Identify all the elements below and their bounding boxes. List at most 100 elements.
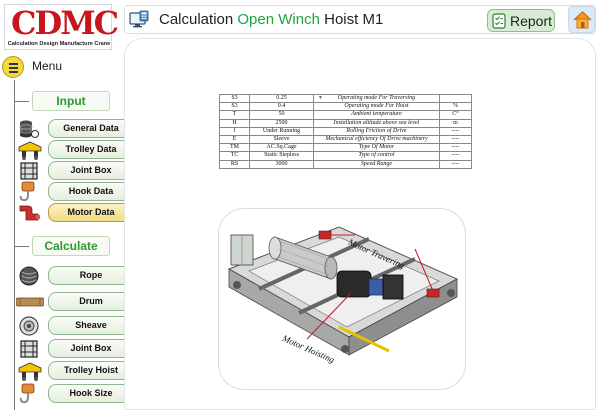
- menu-toggle[interactable]: Menu: [2, 56, 112, 78]
- description-cell: Speed Range: [313, 159, 440, 169]
- table-row: H 2500 Installation altitude above sea l…: [219, 118, 472, 128]
- nav-item-joint-box-calc[interactable]: Joint Box: [14, 339, 134, 359]
- rope-icon: [19, 266, 39, 286]
- description-cell: Installation altitude above sea level: [313, 118, 440, 128]
- trolley-icon: [18, 141, 42, 160]
- nav-item-trolley-data[interactable]: Trolley Data: [14, 140, 134, 160]
- motor-icon: [19, 205, 40, 221]
- description-cell: Operating mode For Hoist: [313, 102, 440, 112]
- report-label: Report: [510, 13, 553, 29]
- description-cell: Mechanical efficiency Of Drive machinery: [313, 134, 440, 145]
- nav-item-joint-box[interactable]: Joint Box: [14, 161, 134, 181]
- table-row: RS 3000 Speed Range ----: [219, 159, 472, 169]
- value-cell[interactable]: 50: [249, 110, 314, 120]
- value-cell: 0.25: [276, 95, 287, 102]
- report-icon: [492, 13, 506, 29]
- tree-branch: [14, 246, 29, 247]
- nav-item-trolley-hoist[interactable]: Trolley Hoist: [14, 361, 134, 381]
- value-cell[interactable]: AC.Sq.Cage: [249, 143, 314, 153]
- nav-item-sheave[interactable]: Sheave: [14, 316, 134, 336]
- dropdown-arrow-icon: ▼: [318, 96, 323, 101]
- nav-item-drum[interactable]: Drum: [14, 292, 134, 312]
- nav-button-trolley-hoist[interactable]: Trolley Hoist: [48, 361, 134, 380]
- symbol-cell: S3: [219, 102, 250, 112]
- app-window: CDMC Calculation Design Manufacture Cran…: [0, 0, 600, 410]
- table-row: E Sleeve Mechanical efficiency Of Drive …: [219, 134, 472, 145]
- nav-button-hook-data[interactable]: Hook Data: [48, 182, 134, 201]
- hook-icon: [19, 383, 35, 404]
- table-row: T 50 Ambient temperature C°: [219, 110, 472, 120]
- page-title: Calculation Open Winch Hoist M1: [159, 11, 383, 28]
- symbol-cell: S3: [219, 93, 250, 104]
- hook-icon: [19, 181, 35, 202]
- sheave-icon: [19, 316, 39, 336]
- value-select[interactable]: 0.25 ▼: [249, 93, 323, 104]
- value-cell[interactable]: Under Running: [249, 126, 314, 136]
- open-winch-drawing: [227, 226, 459, 356]
- winch-illustration: Motor Travering Motor Hoisting: [218, 208, 466, 390]
- home-button[interactable]: [568, 6, 595, 33]
- unit-cell: m: [439, 118, 472, 128]
- table-row: S3 0.4 Operating mode For Hoist %: [219, 102, 472, 112]
- calculator-monitor-icon: [129, 10, 149, 28]
- description-cell: Type of control: [313, 151, 440, 161]
- table-row: TM AC.Sq.Cage Type Of Motor ----: [219, 143, 472, 153]
- title-accent: Open Winch: [237, 11, 320, 28]
- nav-button-joint-box-calc[interactable]: Joint Box: [48, 339, 134, 358]
- trolley-icon: [18, 362, 42, 381]
- nav-item-motor-data[interactable]: Motor Data: [14, 203, 134, 223]
- nav-button-motor-data[interactable]: Motor Data: [48, 203, 134, 222]
- nav-button-hook-size[interactable]: Hook Size: [48, 384, 134, 403]
- title-part1: Calculation: [159, 11, 234, 28]
- value-cell[interactable]: 2500: [249, 118, 314, 128]
- unit-cell: ----: [439, 159, 472, 169]
- nav-item-rope[interactable]: Rope: [14, 266, 134, 286]
- nav-button-rope[interactable]: Rope: [48, 266, 134, 285]
- unit-cell: ----: [439, 143, 472, 153]
- value-cell[interactable]: 3000: [249, 159, 314, 169]
- nav-item-general-data[interactable]: General Data: [14, 119, 134, 139]
- cdmc-logo: CDMC Calculation Design Manufacture Cran…: [4, 4, 119, 50]
- nav-item-hook-size[interactable]: Hook Size: [14, 383, 134, 404]
- database-icon: [19, 120, 39, 138]
- tree-branch: [14, 101, 29, 102]
- table-row: TC Static Stepless Type of control ----: [219, 151, 472, 161]
- section-calculate[interactable]: Calculate: [32, 236, 110, 256]
- drum-icon: [16, 297, 44, 307]
- nav-button-sheave[interactable]: Sheave: [48, 316, 134, 335]
- unit-cell: C°: [439, 110, 472, 120]
- unit-cell: %: [439, 102, 472, 112]
- value-cell[interactable]: 0.4: [249, 102, 314, 112]
- value-cell[interactable]: Sleeve: [249, 134, 314, 145]
- unit-cell: ----: [439, 126, 472, 136]
- symbol-cell: f: [219, 126, 250, 136]
- description-cell: Rolling Friction of Drive: [313, 126, 440, 136]
- nav-button-trolley-data[interactable]: Trolley Data: [48, 140, 134, 159]
- description-cell: Operating mode For Traversing: [313, 93, 440, 104]
- motor-data-table: S3 0.25 ▼ Operating mode For Traversing …: [219, 93, 472, 169]
- nav-button-joint-box[interactable]: Joint Box: [48, 161, 134, 180]
- table-row: f Under Running Rolling Friction of Driv…: [219, 126, 472, 136]
- unit-cell: ----: [439, 134, 472, 145]
- nav-button-general-data[interactable]: General Data: [48, 119, 134, 138]
- symbol-cell: TM: [219, 143, 250, 153]
- section-input[interactable]: Input: [32, 91, 110, 111]
- home-icon: [573, 11, 592, 29]
- nav-button-drum[interactable]: Drum: [48, 292, 134, 311]
- symbol-cell: TC: [219, 151, 250, 161]
- symbol-cell: E: [219, 134, 250, 145]
- report-button[interactable]: Report: [487, 9, 555, 32]
- unit-cell: [439, 93, 472, 104]
- symbol-cell: H: [219, 118, 250, 128]
- value-cell[interactable]: Static Stepless: [249, 151, 314, 161]
- joint-box-icon: [20, 162, 38, 180]
- hamburger-menu-icon: [2, 56, 24, 78]
- symbol-cell: RS: [219, 159, 250, 169]
- joint-box-icon: [20, 340, 38, 358]
- title-part2: Hoist M1: [324, 11, 384, 28]
- nav-item-hook-data[interactable]: Hook Data: [14, 181, 134, 202]
- header-bar: Calculation Open Winch Hoist M1 Report: [124, 5, 596, 34]
- menu-label: Menu: [32, 59, 63, 73]
- description-cell: Type Of Motor: [313, 143, 440, 153]
- table-row: S3 0.25 ▼ Operating mode For Traversing: [219, 93, 472, 104]
